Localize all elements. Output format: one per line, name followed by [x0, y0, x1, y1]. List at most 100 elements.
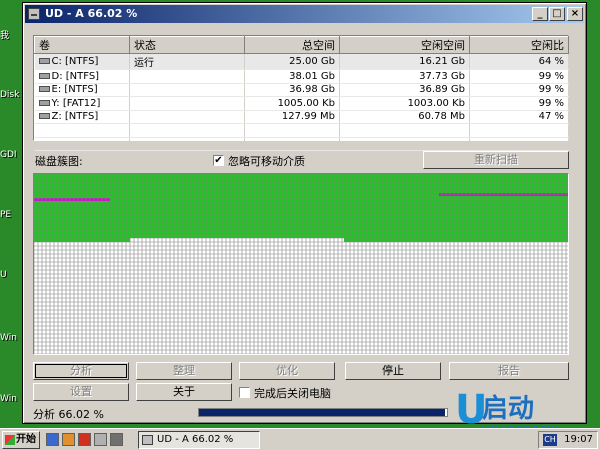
volume-cell-free: 60.78 Mb	[339, 110, 470, 124]
ime-indicator[interactable]: CH	[543, 434, 557, 446]
desktop-icon-label[interactable]: Disk	[0, 90, 19, 100]
report-button[interactable]: 报告	[449, 362, 569, 380]
volume-list[interactable]: 卷 状态 总空间 空闲空间 空闲比 C: [NTFS] 运行 25.00 Gb 16.…	[33, 35, 569, 151]
volume-cell-text: C: [NTFS]	[51, 56, 99, 67]
title-bar[interactable]: UD - A 66.02 % _ □ ×	[25, 5, 584, 23]
column-header-ratio[interactable]: 空闲比	[469, 36, 569, 54]
volume-row[interactable]: Z: [NTFS] 127.99 Mb 60.78 Mb 47 %	[34, 110, 569, 124]
desktop-quicklaunch-icon[interactable]	[46, 433, 59, 446]
volume-cell-text: 36.98 Gb	[289, 84, 335, 96]
volume-cell-text: 99 %	[538, 97, 564, 109]
volume-cell-status	[129, 83, 245, 97]
shutdown-label[interactable]: 完成后关闭电脑	[254, 385, 331, 401]
column-header-volume[interactable]: 卷	[34, 36, 130, 54]
volume-cell-ratio: 99 %	[469, 96, 569, 111]
volume-cell-volume: Z: [NTFS]	[34, 110, 130, 124]
cluster-map	[33, 173, 569, 355]
volume-cell-text: 16.21 Gb	[419, 56, 465, 67]
about-button[interactable]: 关于	[136, 383, 232, 401]
volume-row[interactable]: Y: [FAT12] 1005.00 Kb 1003.00 Kb 99 %	[34, 96, 569, 111]
volume-cell-text: 38.01 Gb	[289, 70, 335, 82]
volume-cell-volume: E: [NTFS]	[34, 83, 130, 97]
volume-cell-total: 36.98 Gb	[244, 83, 340, 97]
empty-row	[34, 137, 569, 151]
cluster-map-canvas	[34, 174, 568, 354]
desktop-icon-label[interactable]: 我	[0, 28, 9, 41]
drive-icon	[38, 72, 50, 79]
empty-row	[34, 123, 569, 138]
drive-icon	[38, 86, 50, 93]
volume-cell-text: 99 %	[538, 70, 564, 82]
app-icon	[28, 8, 40, 20]
stop-button[interactable]: 停止	[345, 362, 441, 380]
volume-cell-text: 36.89 Gb	[419, 84, 465, 96]
status-text: 分析 66.02 %	[33, 408, 104, 421]
rescan-button[interactable]: 重新扫描	[423, 151, 569, 169]
desktop-icon-label[interactable]: Win	[0, 333, 17, 343]
settings-button[interactable]: 设置	[33, 383, 129, 401]
clock[interactable]: 19:07	[564, 432, 593, 448]
defrag-window: UD - A 66.02 % _ □ × 卷 状态 总空间 空闲空间 空闲比 C…	[22, 2, 587, 424]
start-label: 开始	[16, 434, 36, 445]
drive-icon	[38, 113, 50, 120]
volume-cell-free: 1003.00 Kb	[339, 96, 470, 111]
volume-cell-total: 38.01 Gb	[244, 69, 340, 84]
volume-cell-text: 1003.00 Kb	[407, 97, 465, 109]
desktop-icon-label[interactable]: PE	[0, 210, 11, 220]
volume-cell-text: 60.78 Mb	[418, 111, 465, 123]
volume-cell-volume: Y: [FAT12]	[34, 96, 130, 111]
minimize-button[interactable]: _	[532, 7, 548, 21]
drive-quicklaunch-icon[interactable]	[110, 433, 123, 446]
tool-quicklaunch-icon[interactable]	[78, 433, 91, 446]
volume-row[interactable]: E: [NTFS] 36.98 Gb 36.89 Gb 99 %	[34, 83, 569, 97]
column-header-free[interactable]: 空闲空间	[339, 36, 470, 54]
volume-cell-text: 25.00 Gb	[289, 56, 335, 67]
volume-cell-free: 36.89 Gb	[339, 83, 470, 97]
taskbar-item-defrag[interactable]: UD - A 66.02 %	[138, 431, 260, 449]
volume-cell-status	[129, 69, 245, 84]
volume-row[interactable]: D: [NTFS] 38.01 Gb 37.73 Gb 99 %	[34, 69, 569, 84]
desktop-icon-label[interactable]: Win	[0, 394, 17, 404]
volume-cell-ratio: 64 %	[469, 53, 569, 70]
desktop-icon-label[interactable]: GDI	[0, 150, 17, 160]
volume-cell-ratio: 99 %	[469, 83, 569, 97]
app-icon	[142, 435, 153, 445]
volume-cell-status	[129, 110, 245, 124]
volume-cell-volume: D: [NTFS]	[34, 69, 130, 84]
volume-cell-ratio: 47 %	[469, 110, 569, 124]
volume-cell-text: 127.99 Mb	[281, 111, 335, 123]
desktop-icon-label[interactable]: U	[0, 270, 7, 280]
ignore-removable-label[interactable]: 忽略可移动介质	[228, 153, 305, 169]
folder-quicklaunch-icon[interactable]	[62, 433, 75, 446]
volume-cell-text: 1005.00 Kb	[277, 97, 335, 109]
volume-list-header: 卷 状态 总空间 空闲空间 空闲比	[34, 36, 569, 54]
app-quicklaunch-icon[interactable]	[94, 433, 107, 446]
optimize-button[interactable]: 优化	[239, 362, 335, 380]
volume-cell-text: D: [NTFS]	[51, 70, 100, 82]
fragmented-area	[34, 198, 110, 201]
windows-flag-icon	[5, 435, 15, 445]
start-button[interactable]: 开始	[2, 431, 40, 449]
volume-cell-text: Z: [NTFS]	[51, 111, 99, 123]
column-header-total[interactable]: 总空间	[244, 36, 340, 54]
volume-cell-status	[129, 96, 245, 111]
taskbar-item-label: UD - A 66.02 %	[157, 434, 234, 445]
volume-cell-total: 25.00 Gb	[244, 53, 340, 70]
column-header-status[interactable]: 状态	[129, 36, 245, 54]
drive-icon	[38, 99, 50, 106]
defrag-button[interactable]: 整理	[136, 362, 232, 380]
maximize-button[interactable]: □	[549, 7, 565, 21]
fragmented-area	[439, 193, 568, 196]
close-button[interactable]: ×	[567, 7, 583, 21]
analyze-button[interactable]: 分析	[33, 362, 129, 380]
cluster-map-label: 磁盘簇图:	[35, 155, 83, 168]
window-title: UD - A 66.02 %	[45, 7, 138, 20]
volume-cell-text: Y: [FAT12]	[51, 97, 101, 109]
ignore-removable-checkbox[interactable]: ✔	[213, 155, 224, 166]
volume-row[interactable]: C: [NTFS] 运行 25.00 Gb 16.21 Gb 64 %	[34, 53, 569, 70]
shutdown-checkbox[interactable]	[239, 387, 250, 398]
taskbar: 开始 UD - A 66.02 % CH 19:07	[0, 428, 600, 450]
volume-cell-total: 1005.00 Kb	[244, 96, 340, 111]
volume-cell-text: 37.73 Gb	[419, 70, 465, 82]
volume-cell-text: 运行	[134, 58, 154, 69]
